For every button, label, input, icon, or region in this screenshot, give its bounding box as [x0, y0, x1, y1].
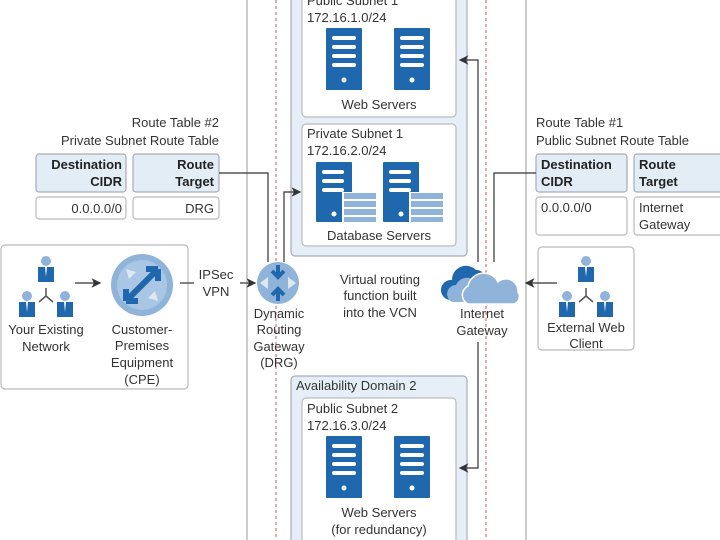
- header-destination: Destination: [541, 157, 612, 172]
- header-cidr: CIDR: [541, 174, 573, 189]
- route-table-title: Route Table #1: [536, 115, 623, 130]
- header-destination: Destination: [51, 157, 122, 172]
- server-icon: [394, 28, 430, 90]
- header-cidr: CIDR: [90, 174, 122, 189]
- virtual-router-label: function built: [344, 288, 417, 303]
- ipsec-vpn-label: IPSec: [199, 267, 234, 282]
- virtual-router-label: Virtual routing: [340, 272, 420, 287]
- header-target: Target: [639, 174, 678, 189]
- route-table-subtitle: Private Subnet Route Table: [61, 133, 219, 148]
- web-servers-label: Web Servers: [342, 505, 417, 520]
- cell-cidr: 0.0.0.0/0: [541, 200, 592, 215]
- network-label: Network: [22, 339, 70, 354]
- subnet-cidr: 172.16.3.0/24: [307, 418, 387, 433]
- on-premises-network: Your Existing Network Customer- Premises…: [0, 244, 189, 390]
- external-web-client: External Web Client: [537, 246, 635, 351]
- ad2-title: Availability Domain 2: [296, 378, 416, 393]
- igw-label: Gateway: [456, 323, 508, 338]
- server-icon: [394, 436, 430, 498]
- header-target: Target: [175, 174, 214, 189]
- header-route: Route: [639, 157, 676, 172]
- cpe-router-icon: [111, 254, 173, 316]
- subnet-cidr: 172.16.1.0/24: [307, 10, 387, 25]
- server-icon: [326, 28, 362, 90]
- redundancy-label: (for redundancy): [331, 522, 426, 537]
- route-table-title: Route Table #2: [132, 115, 219, 130]
- cpe-label: (CPE): [124, 372, 159, 387]
- drg-label: Gateway: [253, 339, 305, 354]
- cell-target: Gateway: [639, 217, 691, 232]
- server-icon: [326, 436, 362, 498]
- ipsec-vpn-label: VPN: [203, 284, 230, 299]
- database-servers-label: Database Servers: [327, 228, 432, 243]
- private-subnet-1: Private Subnet 1 172.16.2.0/24 Database …: [301, 123, 457, 247]
- igw-label: Internet: [460, 306, 504, 321]
- cell-cidr: 0.0.0.0/0: [71, 201, 122, 216]
- client-label: Client: [569, 336, 603, 351]
- virtual-router-label: into the VCN: [343, 305, 417, 320]
- cpe-label: Equipment: [111, 355, 174, 370]
- route-table-2: Route Table #2 Private Subnet Route Tabl…: [35, 115, 220, 220]
- drg-icon: [257, 262, 299, 304]
- rt1-connector: [493, 172, 536, 262]
- client-label: External Web: [547, 320, 625, 335]
- cloud-icon: [440, 265, 521, 305]
- cpe-label: Premises: [115, 338, 170, 353]
- drg-label: (DRG): [260, 355, 298, 370]
- rt2-connector: [219, 172, 269, 262]
- cell-target: Internet: [639, 200, 683, 215]
- web-servers-label: Web Servers: [342, 97, 417, 112]
- header-route: Route: [177, 157, 214, 172]
- public-subnet-2: Public Subnet 2 172.16.3.0/24 Web Server…: [301, 397, 457, 540]
- network-label: Your Existing: [8, 322, 83, 337]
- cell-target: DRG: [185, 201, 214, 216]
- network-diagram: Public Subnet 1 172.16.1.0/24 Web Server…: [0, 0, 720, 540]
- subnet-cidr: 172.16.2.0/24: [307, 143, 387, 158]
- route-table-subtitle: Public Subnet Route Table: [536, 133, 689, 148]
- route-table-1: Route Table #1 Public Subnet Route Table…: [535, 115, 720, 236]
- subnet-name: Private Subnet 1: [307, 126, 403, 141]
- subnet-name: Public Subnet 1: [307, 0, 398, 8]
- drg-label: Routing: [257, 322, 302, 337]
- public-subnet-1: Public Subnet 1 172.16.1.0/24 Web Server…: [301, 0, 457, 118]
- drg-label: Dynamic: [254, 306, 305, 321]
- cpe-label: Customer-: [112, 322, 173, 337]
- subnet-name: Public Subnet 2: [307, 401, 398, 416]
